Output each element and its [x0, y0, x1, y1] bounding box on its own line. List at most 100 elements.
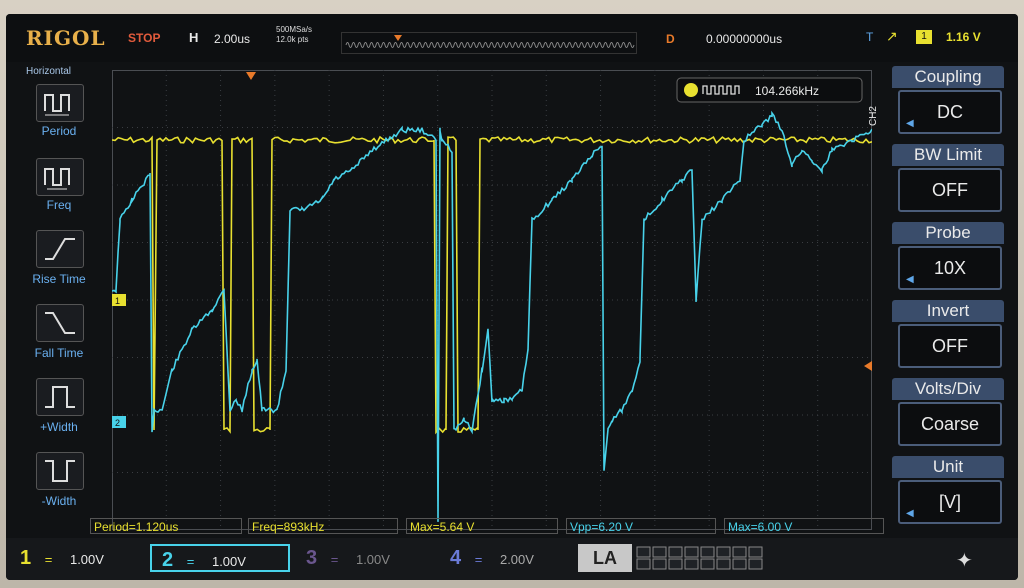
logic-channel-cell	[684, 558, 699, 570]
logic-channel-cell	[668, 558, 683, 570]
measure-menu: Horizontal Period Freq Rise Time Fall Ti…	[6, 62, 106, 532]
measurement-bar: Period=1.120us Freq=893kHz Max=5.64 V Vp…	[90, 518, 890, 536]
logic-channel-cell	[684, 546, 699, 558]
fall-time-icon	[45, 312, 75, 334]
positive-width-icon	[45, 386, 75, 408]
counter-channel-icon	[684, 83, 698, 97]
bw-limit-title: BW Limit	[892, 144, 1004, 166]
waveform-display[interactable]: 104.266kHz 1 2	[112, 70, 872, 530]
probe-button[interactable]: ◀ 10X	[898, 246, 1002, 290]
memory-depth: 12.0k pts	[276, 35, 309, 44]
sample-rate: 500MSa/s	[276, 25, 313, 34]
rise-time-label: Rise Time	[32, 272, 86, 286]
frequency-counter: 104.266kHz	[676, 77, 863, 103]
invert-button[interactable]: OFF	[898, 324, 1002, 368]
unit-title: Unit	[892, 456, 1004, 478]
logic-channel-cell	[700, 546, 715, 558]
logic-channel-cell	[700, 558, 715, 570]
timebase-readout: 2.00us	[214, 32, 251, 46]
logic-analyzer-button[interactable]: LA	[578, 544, 632, 572]
run-state[interactable]: STOP	[128, 31, 160, 45]
coupling-button[interactable]: ◀ DC	[898, 90, 1002, 134]
logic-channel-cell	[636, 558, 651, 570]
brand-logo: RIGOL	[26, 26, 106, 50]
measurement-frequency: Freq=893kHz	[248, 518, 398, 534]
arrow-left-icon: ◀	[906, 508, 914, 519]
volts-div-title: Volts/Div	[892, 378, 1004, 400]
channel-4-tab[interactable]: 4 = 2.00V	[450, 544, 570, 572]
frequency-label: Freq	[46, 198, 72, 212]
logic-channel-cell	[636, 546, 651, 558]
edge-trigger-icon: ↗	[886, 28, 898, 44]
coupling-value: DC	[937, 102, 963, 122]
measurement-vpp-ch2: Vpp=6.20 V	[566, 518, 716, 534]
logic-channel-cell	[748, 546, 763, 558]
memory-waveform-icon	[345, 35, 635, 48]
invert-title: Invert	[892, 300, 1004, 322]
frequency-icon	[44, 168, 70, 190]
counter-frequency: 104.266kHz	[755, 84, 819, 98]
memory-overview-bar	[341, 32, 637, 54]
positive-width-button[interactable]	[36, 378, 84, 416]
logic-channel-cell	[748, 558, 763, 570]
logic-channel-cell	[732, 546, 747, 558]
coupling-title: Coupling	[892, 66, 1004, 88]
trigger-position-marker[interactable]	[246, 72, 256, 80]
channel-2-scale: 1.00V	[211, 554, 246, 569]
period-button[interactable]	[36, 84, 84, 122]
logic-channel-cell	[652, 558, 667, 570]
channel-3-scale: 1.00V	[355, 552, 390, 567]
period-label: Period	[41, 124, 77, 138]
period-icon	[44, 94, 70, 116]
logic-channel-cell	[732, 558, 747, 570]
negative-width-button[interactable]	[36, 452, 84, 490]
rise-time-icon	[45, 238, 75, 260]
oscilloscope-bezel: RIGOL STOP H 2.00us 500MSa/s 12.0k pts D…	[0, 0, 1024, 588]
invert-value: OFF	[932, 336, 968, 356]
delay-label: D	[666, 32, 675, 46]
fall-time-button[interactable]	[36, 304, 84, 342]
svg-text:2: 2	[115, 418, 120, 428]
logic-channel-grid-icon	[636, 546, 763, 570]
probe-value: 10X	[933, 258, 967, 278]
channel-bar: 1 = 1.00V 2 = 1.00V 3 = 1.00V 4 = 2.00V …	[6, 538, 1018, 580]
channel-4-scale: 2.00V	[499, 552, 534, 567]
arrow-left-icon: ◀	[906, 118, 914, 129]
coupling-dc-icon: =	[44, 552, 53, 567]
bw-limit-button[interactable]: OFF	[898, 168, 1002, 212]
volts-div-button[interactable]: Coarse	[898, 402, 1002, 446]
unit-button[interactable]: ◀ [V]	[898, 480, 1002, 524]
channel-4-number: 4	[450, 547, 462, 569]
channel-menu: Coupling ◀ DC BW Limit OFF Probe ◀ 10X Inv…	[884, 62, 1004, 532]
channel-2-tab[interactable]: 2 = 1.00V	[150, 544, 290, 572]
channel-1-tab[interactable]: 1 = 1.00V	[20, 544, 140, 572]
trigger-level-marker[interactable]	[864, 361, 872, 371]
channel-1-ground-marker[interactable]: 1	[112, 294, 126, 306]
delay-value: 0.00000000us	[706, 32, 783, 46]
bw-limit-value: OFF	[932, 180, 968, 200]
measurement-max-ch1: Max=5.64 V	[406, 518, 558, 534]
trigger-level: 1.16 V	[946, 30, 981, 44]
positive-width-label: +Width	[40, 420, 78, 434]
measurement-period: Period=1.120us	[90, 518, 242, 534]
channel-3-number: 3	[306, 547, 318, 569]
channel-3-tab[interactable]: 3 = 1.00V	[306, 544, 436, 572]
measurement-max-ch2: Max=6.00 V	[724, 518, 884, 534]
navigation-icon[interactable]: ✦	[956, 548, 973, 573]
logic-channel-cell	[716, 546, 731, 558]
coupling-dc-icon: =	[186, 554, 195, 569]
rise-time-button[interactable]	[36, 230, 84, 268]
logic-channel-cell	[716, 558, 731, 570]
negative-width-icon	[45, 460, 75, 482]
logic-channel-cell	[668, 546, 683, 558]
trigger-type-label: T	[866, 30, 874, 44]
oscilloscope-screen: RIGOL STOP H 2.00us 500MSa/s 12.0k pts D…	[6, 14, 1018, 580]
channel-2-ground-marker[interactable]: 2	[112, 416, 126, 428]
channel-2-side-label: CH2	[868, 106, 879, 127]
frequency-button[interactable]	[36, 158, 84, 196]
coupling-dc-icon: =	[474, 552, 483, 567]
svg-text:1: 1	[115, 296, 120, 306]
menu-title: Horizontal	[26, 66, 72, 77]
channel-2-number: 2	[162, 549, 174, 571]
negative-width-label: -Width	[41, 494, 77, 508]
